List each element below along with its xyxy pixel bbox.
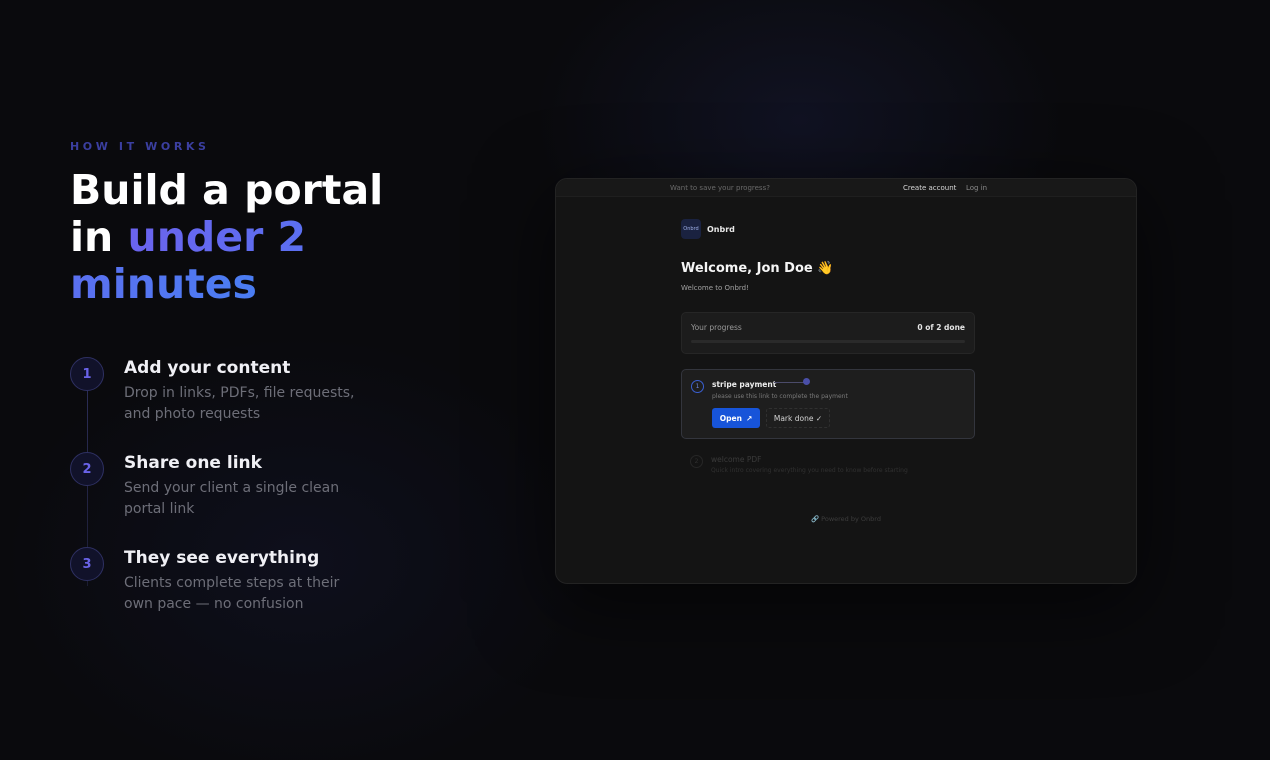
step-description: Clients complete steps at their own pace… <box>124 575 340 612</box>
step-title: Add your content <box>124 358 291 378</box>
task-card-next[interactable]: 2 welcome PDF Quick intro covering every… <box>681 447 973 487</box>
create-account-link[interactable]: Create account <box>903 184 956 192</box>
preview-topbar: Want to save your progress? Create accou… <box>556 179 1136 197</box>
step-title: Share one link <box>124 453 262 473</box>
task-slider-knob[interactable] <box>803 378 810 385</box>
step-description: Drop in links, PDFs, file requests, and … <box>124 385 355 422</box>
task-description: please use this link to complete the pay… <box>712 393 848 400</box>
powered-by-footer: 🔗 Powered by Onbrd <box>811 515 881 523</box>
task-number-badge: 1 <box>691 380 704 393</box>
open-button-label: Open <box>719 413 742 423</box>
step-body: Add your content Drop in links, PDFs, fi… <box>124 356 364 451</box>
brand-name: Onbrd <box>707 224 735 234</box>
progress-label: Your progress <box>691 323 742 332</box>
steps-list: 1 Add your content Drop in links, PDFs, … <box>70 356 430 641</box>
login-link[interactable]: Log in <box>966 184 987 192</box>
how-it-works-section: HOW IT WORKS Build a portal in under 2 m… <box>70 140 430 641</box>
progress-card: Your progress 0 of 2 done <box>681 312 975 354</box>
step-description: Send your client a single clean portal l… <box>124 480 340 517</box>
welcome-subtitle: Welcome to Onbrd! <box>681 284 749 292</box>
open-button[interactable]: Open ↗ <box>712 408 760 428</box>
save-progress-prompt: Want to save your progress? <box>670 183 770 192</box>
task-number-badge: 2 <box>690 455 703 468</box>
task-card-active[interactable]: 1 stripe payment please use this link to… <box>681 369 975 439</box>
welcome-title: Welcome, Jon Doe 👋 <box>681 261 834 276</box>
page-title: Build a portal in under 2 minutes <box>70 167 430 308</box>
mark-done-button[interactable]: Mark done ✓ <box>766 408 830 428</box>
progress-bar <box>691 340 965 343</box>
step-number-badge: 3 <box>70 547 104 581</box>
task-title: welcome PDF <box>711 455 762 464</box>
step-item: 1 Add your content Drop in links, PDFs, … <box>70 356 430 451</box>
step-item: 2 Share one link Send your client a sing… <box>70 451 430 546</box>
step-number-badge: 2 <box>70 452 104 486</box>
step-number-badge: 1 <box>70 357 104 391</box>
brand-logo: Onbrd <box>681 219 701 239</box>
task-description: Quick intro covering everything you need… <box>711 467 908 474</box>
step-body: Share one link Send your client a single… <box>124 451 364 546</box>
step-title: They see everything <box>124 548 320 568</box>
task-title: stripe payment <box>712 380 777 389</box>
step-item: 3 They see everything Clients complete s… <box>70 546 430 641</box>
brand: Onbrd Onbrd <box>681 219 735 239</box>
section-eyebrow: HOW IT WORKS <box>70 140 210 153</box>
external-link-icon: ↗ <box>745 413 753 423</box>
progress-count: 0 of 2 done <box>917 323 965 332</box>
step-body: They see everything Clients complete ste… <box>124 546 364 641</box>
page: HOW IT WORKS Build a portal in under 2 m… <box>0 0 1270 760</box>
portal-preview-mockup: Want to save your progress? Create accou… <box>555 178 1137 584</box>
